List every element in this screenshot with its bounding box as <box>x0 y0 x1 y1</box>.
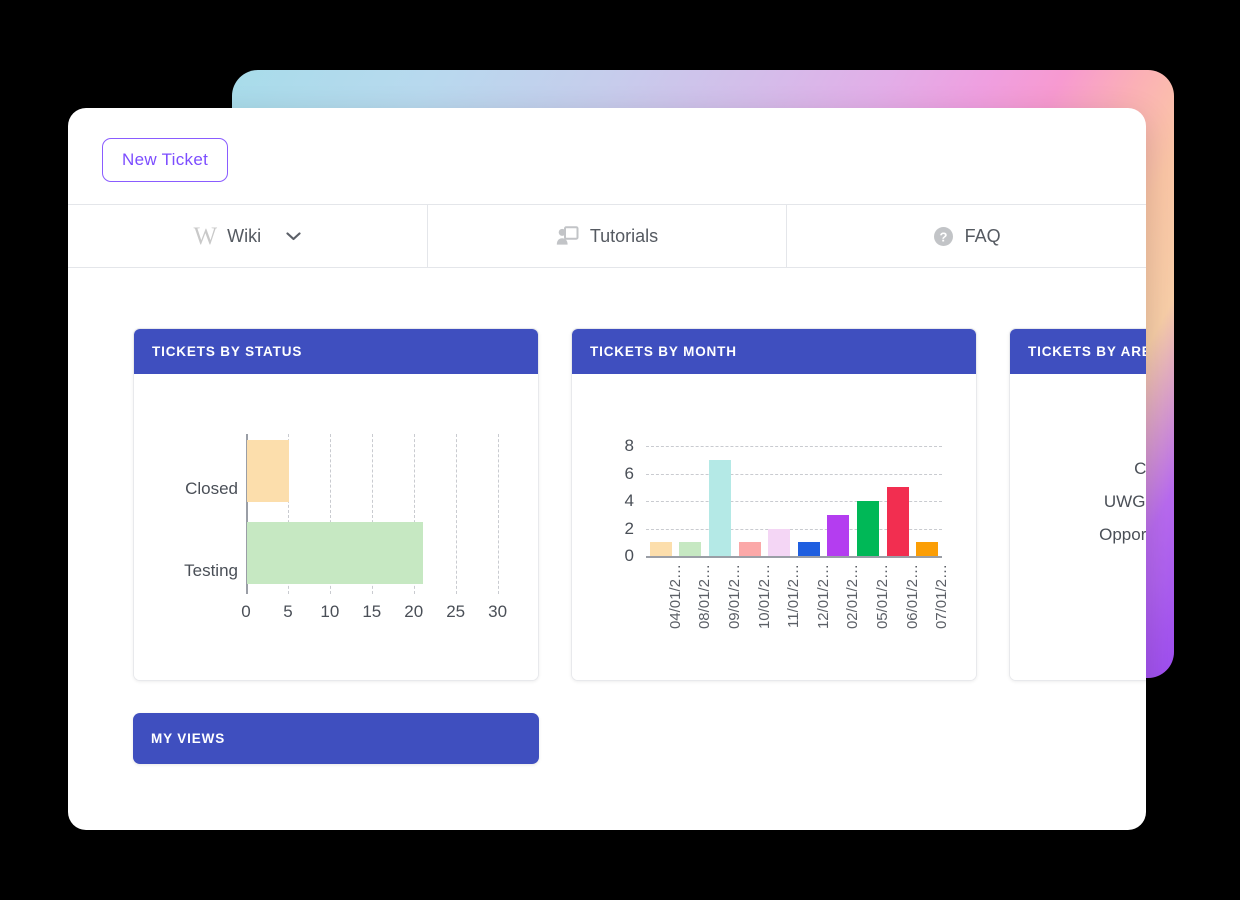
tab-bar: W Wiki Tutorials ? FAQ <box>68 204 1146 268</box>
month-y-tick: 4 <box>624 491 634 510</box>
month-bar[interactable] <box>679 542 702 556</box>
my-views-panel[interactable]: MY VIEWS <box>133 713 539 764</box>
cards-row: TICKETS BY STATUS Closed Testing 0 5 10 … <box>133 328 1146 681</box>
toolbar: New Ticket <box>68 108 1146 204</box>
month-bar[interactable] <box>886 487 909 556</box>
tab-tutorials-label: Tutorials <box>589 225 659 246</box>
card-title-tickets-by-area: TICKETS BY AREA <box>1010 329 1146 374</box>
wikipedia-w-icon: W <box>193 222 218 250</box>
area-category-labels: Cam UWGNH Opportun <box>1010 452 1146 551</box>
card-title-tickets-by-month: TICKETS BY MONTH <box>572 329 976 374</box>
card-tickets-by-area: TICKETS BY AREA Cam UWGNH Opportun <box>1009 328 1146 681</box>
status-gridline <box>497 434 499 594</box>
month-x-label: 12/01/2… <box>814 564 832 630</box>
month-bar[interactable] <box>857 501 879 556</box>
month-baseline <box>646 555 942 558</box>
month-y-tick: 2 <box>624 518 634 538</box>
month-y-tick: 6 <box>624 463 634 483</box>
month-x-axis-labels: 04/01/2… 08/01/2… 09/01/2… 10/01/2… 11/01/2…… <box>646 564 950 654</box>
status-label-testing: Testing <box>184 561 238 580</box>
tab-tutorials[interactable]: Tutorials <box>427 205 788 267</box>
new-ticket-button[interactable]: New Ticket <box>102 138 229 182</box>
svg-text:?: ? <box>939 229 947 244</box>
chevron-down-icon[interactable] <box>286 229 301 244</box>
tab-wiki[interactable]: W Wiki <box>68 205 428 267</box>
card-tickets-by-month: TICKETS BY MONTH 02468 04/01/2… 08/01/2… 0… <box>571 328 977 681</box>
month-bar[interactable] <box>738 542 761 556</box>
tab-faq[interactable]: ? FAQ <box>787 205 1146 267</box>
dashboard: TICKETS BY STATUS Closed Testing 0 5 10 … <box>68 268 1146 764</box>
month-x-label: 06/01/2… <box>903 564 921 630</box>
app-window: New Ticket W Wiki Tutorials ? FAQ TICKET… <box>68 108 1146 830</box>
month-bar[interactable] <box>768 528 791 556</box>
chart-tickets-by-month: 0 2 4 6 8 04/01/2… 08/01/2… 09/01/2… 10/01/2… 11… <box>572 374 976 680</box>
month-x-label: 04/01/2… <box>666 564 684 630</box>
screenshot-stage: New Ticket W Wiki Tutorials ? FAQ TICKET… <box>0 0 1240 900</box>
status-gridline <box>455 434 457 594</box>
status-x-tick: 15 <box>362 602 382 621</box>
status-x-tick: 30 <box>488 602 508 621</box>
month-gridline <box>646 473 942 475</box>
area-label-1: UWGNH <box>1103 492 1146 511</box>
status-bar-testing[interactable] <box>247 522 424 584</box>
area-label-0: Cam <box>1134 459 1146 478</box>
month-x-label: 10/01/2… <box>755 564 773 630</box>
card-tickets-by-status: TICKETS BY STATUS Closed Testing 0 5 10 … <box>133 328 539 681</box>
month-x-label: 07/01/2… <box>933 564 951 630</box>
month-y-tick: 8 <box>624 436 634 455</box>
status-x-tick: 5 <box>283 602 293 621</box>
status-x-tick: 25 <box>446 602 466 621</box>
month-plot-area <box>646 446 942 558</box>
month-x-label: 08/01/2… <box>696 564 714 630</box>
tab-faq-label: FAQ <box>964 225 1001 246</box>
status-x-tick: 0 <box>241 602 251 621</box>
month-x-label: 11/01/2… <box>785 564 803 628</box>
month-x-label: 05/01/2… <box>874 564 891 630</box>
status-x-axis-ticks: 0 5 10 15 20 25 30 <box>241 602 508 626</box>
area-label-2: Opportun <box>1099 525 1146 544</box>
month-bar[interactable] <box>649 542 672 556</box>
status-label-closed: Closed <box>185 479 238 498</box>
status-bar-closed[interactable] <box>247 440 289 502</box>
month-bar[interactable] <box>709 459 731 556</box>
question-circle-icon: ? <box>933 226 954 247</box>
month-x-label: 09/01/2… <box>726 564 743 630</box>
month-bar[interactable] <box>827 514 850 556</box>
presentation-person-icon <box>556 226 579 246</box>
chart-tickets-by-status: Closed Testing 0 5 10 15 20 25 30 <box>134 374 538 680</box>
status-x-tick: 10 <box>320 602 340 621</box>
status-category-labels: Closed Testing <box>152 448 238 612</box>
status-plot-area <box>246 434 506 594</box>
status-x-tick: 20 <box>404 602 424 621</box>
month-x-label: 02/01/2… <box>844 564 862 630</box>
month-y-tick: 0 <box>624 546 634 565</box>
month-gridline <box>646 446 942 447</box>
card-title-tickets-by-status: TICKETS BY STATUS <box>134 329 538 374</box>
chart-tickets-by-area: Cam UWGNH Opportun <box>1010 374 1146 680</box>
month-bar[interactable] <box>797 542 820 556</box>
month-bar[interactable] <box>916 542 939 556</box>
month-y-axis-ticks: 0 2 4 6 8 <box>598 436 634 565</box>
tab-wiki-label: Wiki <box>227 225 262 246</box>
